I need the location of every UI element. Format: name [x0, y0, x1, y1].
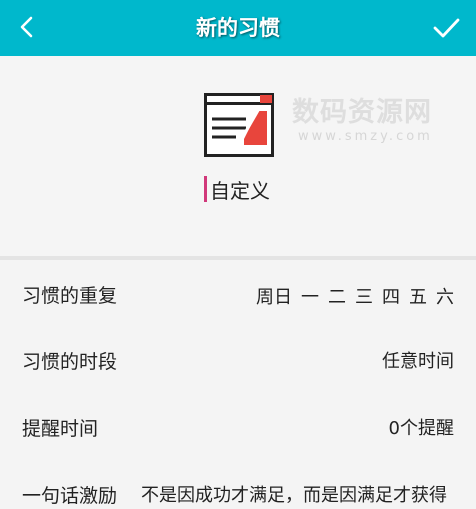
period-label: 习惯的时段: [22, 351, 118, 373]
watermark-sub: www.smzy.com: [298, 129, 433, 144]
motto-text[interactable]: 不是因成功才满足，而是因满足才获得: [141, 463, 476, 509]
weekday-tue[interactable]: 二: [328, 283, 346, 309]
notepad-icon: [204, 93, 274, 157]
weekday-fri[interactable]: 五: [409, 283, 427, 309]
motto-label: 一句话激励: [22, 485, 118, 507]
weekday-sat[interactable]: 六: [436, 283, 454, 309]
weekday-wed[interactable]: 三: [355, 283, 373, 309]
habit-name-input[interactable]: 自定义: [204, 174, 270, 204]
watermark: 数码资源网 www.smzy.com: [292, 90, 433, 144]
weekday-thu[interactable]: 四: [382, 283, 400, 309]
top-app-bar: 新的习惯: [0, 0, 476, 56]
habit-icon-picker[interactable]: [204, 93, 274, 157]
repeat-label: 习惯的重复: [22, 285, 118, 307]
confirm-button[interactable]: [428, 10, 464, 46]
period-value: 任意时间: [382, 351, 454, 372]
weekday-sun[interactable]: 周日: [256, 283, 292, 309]
habit-header-section: 数码资源网 www.smzy.com 自定义: [0, 56, 476, 258]
motto-row[interactable]: 一句话激励 不是因成功才满足，而是因满足才获得: [0, 463, 476, 509]
text-cursor: [204, 176, 207, 202]
weekday-selector: 周日 一 二 三 四 五 六: [256, 263, 454, 329]
reminder-value: 0个提醒: [388, 418, 454, 439]
section-divider: [0, 256, 476, 260]
reminder-label: 提醒时间: [22, 418, 99, 440]
page-title: 新的习惯: [196, 16, 280, 40]
weekday-mon[interactable]: 一: [301, 283, 319, 309]
period-row[interactable]: 习惯的时段 任意时间: [0, 329, 476, 395]
checkmark-icon: [433, 18, 460, 38]
watermark-main: 数码资源网: [292, 97, 432, 128]
repeat-row[interactable]: 习惯的重复 周日 一 二 三 四 五 六: [0, 263, 476, 329]
habit-name-text: 自定义: [210, 178, 270, 203]
reminder-row[interactable]: 提醒时间 0个提醒: [0, 396, 476, 462]
